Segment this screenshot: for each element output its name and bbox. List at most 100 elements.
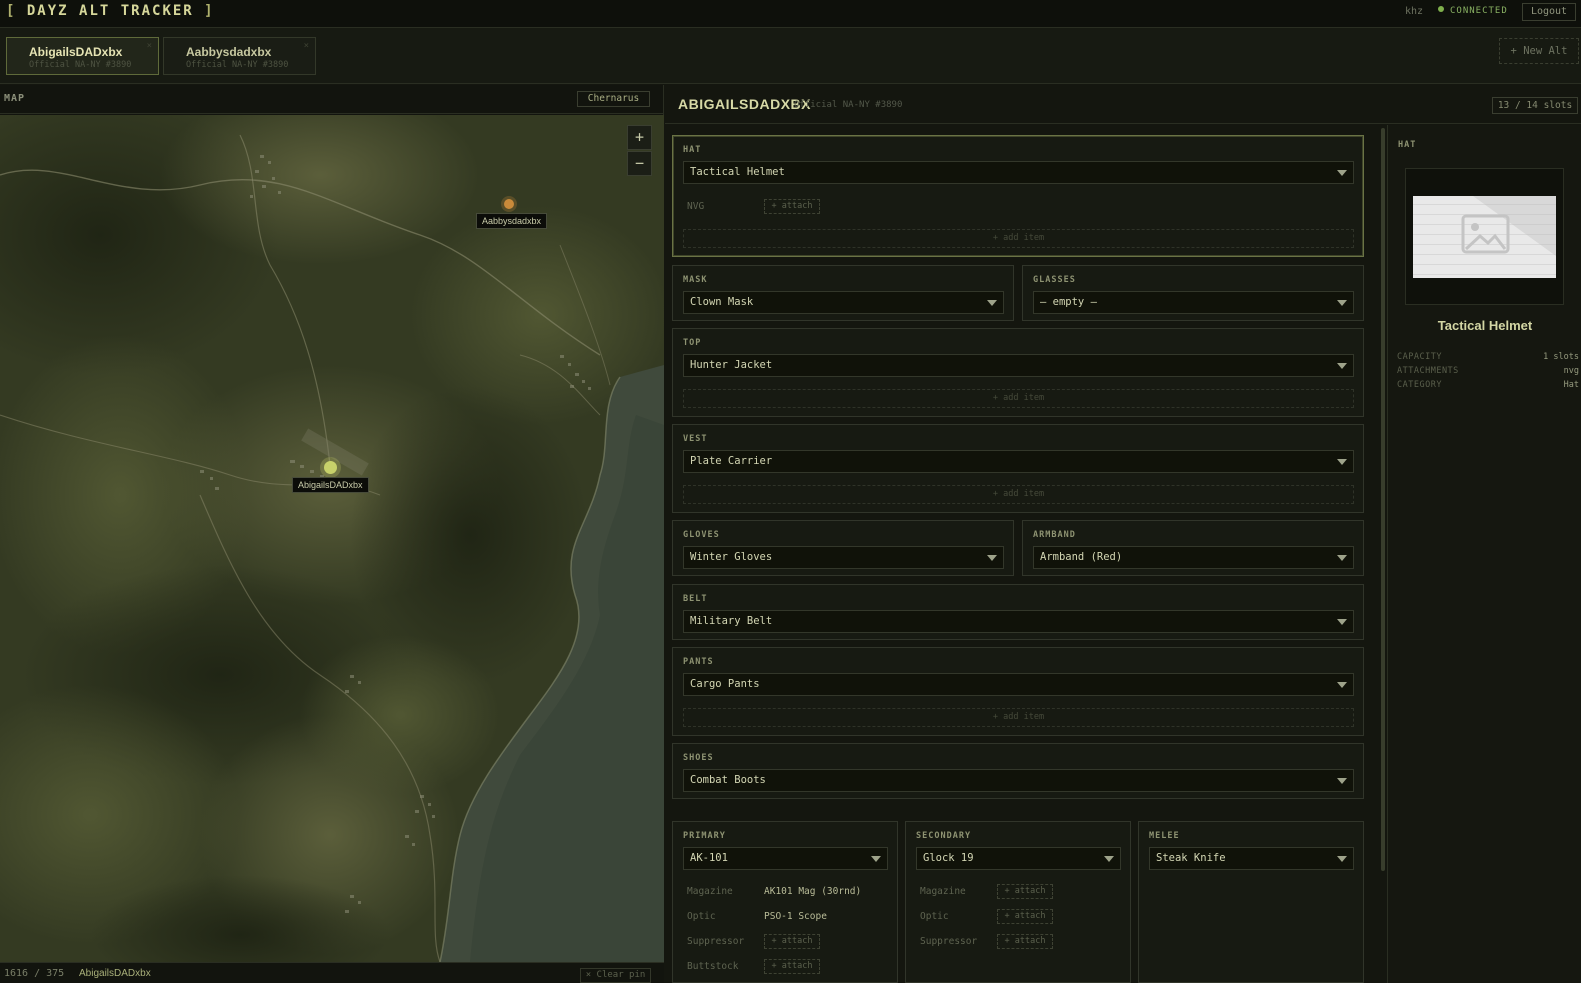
alt-tab-name: Aabbysdadxbx <box>186 45 272 59</box>
attach-button[interactable]: + attach <box>764 934 820 949</box>
item-image-frame <box>1405 168 1564 305</box>
detail-row-attachments: ATTACHMENTS nvg <box>1397 366 1579 379</box>
item-detail-panel: HAT Tactical Helmet CAPACITY 1 slots ATT… <box>1387 125 1581 983</box>
chevron-down-icon <box>987 555 997 561</box>
attach-button[interactable]: + attach <box>997 909 1053 924</box>
armband-select[interactable]: Armband (Red) <box>1033 546 1354 569</box>
detail-key: CAPACITY <box>1397 352 1442 362</box>
slot-card-gloves[interactable]: GLOVES Winter Gloves <box>672 520 1014 576</box>
slot-card-armband[interactable]: ARMBAND Armband (Red) <box>1022 520 1364 576</box>
map-coordinates: 1616 / 375 <box>4 968 65 979</box>
attachment-label: Magazine <box>920 886 966 897</box>
attachment-row-magazine: Magazine + attach <box>920 884 1125 900</box>
loadout-header: ABIGAILSDADXBX Official NA-NY #3890 13 /… <box>665 85 1581 124</box>
detail-row-capacity: CAPACITY 1 slots <box>1397 352 1579 365</box>
secondary-select-value: Glock 19 <box>923 852 974 864</box>
melee-select-value: Steak Knife <box>1156 852 1226 864</box>
chevron-down-icon <box>1337 363 1347 369</box>
armband-select-value: Armband (Red) <box>1040 551 1123 563</box>
vest-select-value: Plate Carrier <box>690 455 773 467</box>
pants-select-value: Cargo Pants <box>690 678 760 690</box>
chevron-down-icon <box>1337 778 1347 784</box>
alt-tab-abigailsdadxbx[interactable]: AbigailsDADxbx Official NA-NY #3890 × <box>6 37 159 75</box>
image-placeholder-icon <box>1413 196 1556 278</box>
map-canvas[interactable]: + − Aabbysdadxbx AbigailsDADxbx <box>0 115 664 962</box>
add-item-button[interactable]: + add item <box>683 708 1354 727</box>
glasses-select[interactable]: — empty — <box>1033 291 1354 314</box>
belt-select[interactable]: Military Belt <box>683 610 1354 633</box>
attachment-label: Magazine <box>687 886 733 897</box>
slot-card-belt[interactable]: BELT Military Belt <box>672 584 1364 640</box>
app-title-text: DAYZ ALT TRACKER <box>26 3 194 19</box>
attachment-value[interactable]: PSO-1 Scope <box>764 911 827 922</box>
slot-card-primary[interactable]: PRIMARY AK-101 Magazine AK101 Mag (30rnd… <box>672 821 898 983</box>
chevron-down-icon <box>1337 682 1347 688</box>
add-item-button[interactable]: + add item <box>683 229 1354 248</box>
slot-card-vest[interactable]: VEST Plate Carrier + add item <box>672 424 1364 513</box>
close-tab-icon[interactable]: × <box>304 41 309 51</box>
chevron-down-icon <box>1337 459 1347 465</box>
primary-select-value: AK-101 <box>690 852 728 864</box>
clear-pin-button[interactable]: × Clear pin <box>580 968 651 983</box>
top-select[interactable]: Hunter Jacket <box>683 354 1354 377</box>
detail-slot-label: HAT <box>1398 140 1417 150</box>
slot-card-top[interactable]: TOP Hunter Jacket + add item <box>672 328 1364 417</box>
chevron-down-icon <box>1337 856 1347 862</box>
loadout-scrollbar-thumb[interactable] <box>1381 128 1385 871</box>
attachment-value[interactable]: AK101 Mag (30rnd) <box>764 886 861 897</box>
melee-select[interactable]: Steak Knife <box>1149 847 1354 870</box>
slot-card-mask[interactable]: MASK Clown Mask <box>672 265 1014 321</box>
detail-row-category: CATEGORY Hat <box>1397 380 1579 393</box>
attach-button[interactable]: + attach <box>997 884 1053 899</box>
slot-title: PANTS <box>683 657 714 667</box>
map-pin-abigailsdadxbx[interactable] <box>324 461 337 474</box>
shoes-select[interactable]: Combat Boots <box>683 769 1354 792</box>
title-bracket-open: [ <box>6 3 17 19</box>
slot-card-shoes[interactable]: SHOES Combat Boots <box>672 743 1364 799</box>
attachment-row-suppressor: Suppressor + attach <box>920 934 1125 950</box>
mask-select[interactable]: Clown Mask <box>683 291 1004 314</box>
zoom-in-button[interactable]: + <box>627 125 652 150</box>
slot-card-glasses[interactable]: GLASSES — empty — <box>1022 265 1364 321</box>
primary-select[interactable]: AK-101 <box>683 847 888 870</box>
add-item-button[interactable]: + add item <box>683 485 1354 504</box>
attach-button[interactable]: + attach <box>997 934 1053 949</box>
title-bracket-close: ] <box>204 3 215 19</box>
add-item-button[interactable]: + add item <box>683 389 1354 408</box>
alt-tab-aabbysdadxbx[interactable]: Aabbysdadxbx Official NA-NY #3890 × <box>163 37 316 75</box>
alt-tab-server: Official NA-NY #3890 <box>186 60 289 70</box>
alt-tab-name: AbigailsDADxbx <box>29 45 123 59</box>
secondary-select[interactable]: Glock 19 <box>916 847 1121 870</box>
gloves-select[interactable]: Winter Gloves <box>683 546 1004 569</box>
attachment-label: NVG <box>687 201 705 212</box>
attach-button[interactable]: + attach <box>764 959 820 974</box>
slot-card-pants[interactable]: PANTS Cargo Pants + add item <box>672 647 1364 736</box>
close-tab-icon[interactable]: × <box>147 41 152 51</box>
top-select-value: Hunter Jacket <box>690 359 773 371</box>
slot-card-secondary[interactable]: SECONDARY Glock 19 Magazine + attach Opt… <box>905 821 1131 983</box>
detail-item-name: Tactical Helmet <box>1437 318 1533 333</box>
app-title: [ DAYZ ALT TRACKER ] <box>6 3 215 19</box>
vest-select[interactable]: Plate Carrier <box>683 450 1354 473</box>
map-select[interactable]: Chernarus <box>577 91 650 107</box>
slot-title: SHOES <box>683 753 714 763</box>
slot-title: BELT <box>683 594 708 604</box>
logout-button[interactable]: Logout <box>1522 3 1576 21</box>
hat-select[interactable]: Tactical Helmet <box>683 161 1354 184</box>
pants-select[interactable]: Cargo Pants <box>683 673 1354 696</box>
new-alt-button[interactable]: + New Alt <box>1499 38 1579 64</box>
slot-title: VEST <box>683 434 708 444</box>
attachment-label: Buttstock <box>687 961 739 972</box>
map-footer: 1616 / 375 AbigailsDADxbx × Clear pin <box>0 962 664 983</box>
slot-card-melee[interactable]: MELEE Steak Knife <box>1138 821 1364 983</box>
loadout-alt-name: ABIGAILSDADXBX <box>678 96 812 112</box>
attachment-row-optic: Optic PSO-1 Scope <box>687 909 892 925</box>
slot-title: MASK <box>683 275 708 285</box>
chevron-down-icon <box>1337 170 1347 176</box>
map-pin-aabbysdadxbx[interactable] <box>504 199 514 209</box>
attachment-row-magazine: Magazine AK101 Mag (30rnd) <box>687 884 892 900</box>
attach-button[interactable]: + attach <box>764 199 820 214</box>
zoom-out-button[interactable]: − <box>627 151 652 176</box>
attachment-row-buttstock: Buttstock + attach <box>687 959 892 975</box>
slot-card-hat[interactable]: HAT Tactical Helmet NVG + attach + add i… <box>672 135 1364 257</box>
